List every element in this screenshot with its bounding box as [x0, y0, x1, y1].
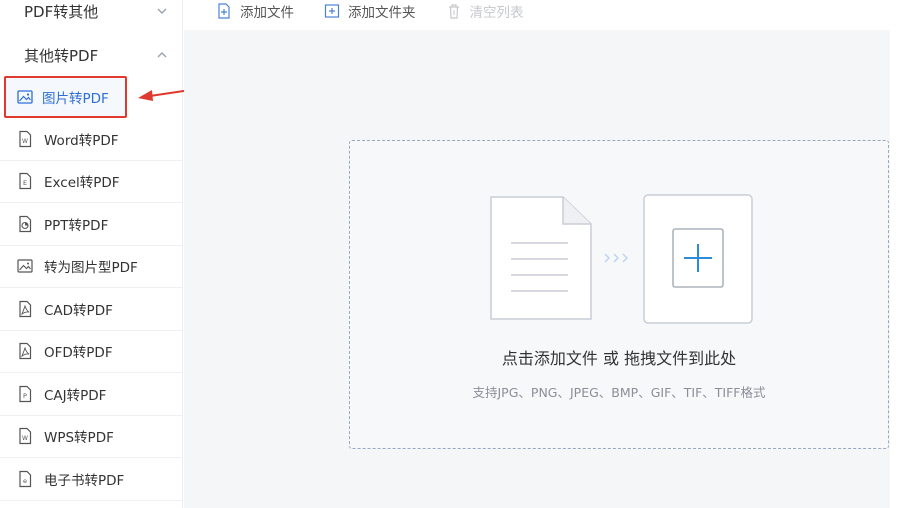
wps-file-icon: W — [19, 428, 32, 445]
image-icon — [17, 259, 33, 273]
group-label: PDF转其他 — [24, 2, 99, 21]
svg-text:E: E — [23, 179, 27, 187]
dropzone-subtitle: 支持JPG、PNG、JPEG、BMP、GIF、TIF、TIFF格式 — [472, 385, 766, 400]
sidebar-item-label: OFD转PDF — [44, 345, 113, 362]
ppt-file-icon — [19, 215, 32, 232]
svg-text:W: W — [22, 138, 28, 145]
chevron-up-icon — [157, 52, 167, 58]
sidebar-item-caj-to-pdf[interactable]: P CAJ转PDF — [0, 373, 183, 416]
add-file-label: 添加文件 — [240, 5, 294, 21]
ebook-file-icon: e — [19, 470, 32, 487]
sidebar-item-label: CAD转PDF — [44, 302, 113, 319]
sidebar-item-excel-to-pdf[interactable]: E Excel转PDF — [0, 161, 183, 203]
trash-icon — [448, 4, 459, 19]
add-file-icon — [218, 3, 230, 19]
sidebar-item-ofd-to-pdf[interactable]: OFD转PDF — [0, 331, 183, 373]
excel-file-icon: E — [19, 173, 32, 190]
group-other-to-pdf[interactable]: 其他转PDF — [0, 34, 183, 76]
sidebar-item-label: 转为图片型PDF — [44, 260, 138, 277]
sidebar-item-label: WPS转PDF — [44, 430, 114, 447]
chevrons-right-icon — [604, 253, 628, 263]
sidebar-item-label: Excel转PDF — [44, 175, 120, 192]
sidebar-items: 图片转PDF W Word转PDF E Excel转PDF PPT转PDF 转为… — [0, 76, 183, 501]
add-folder-button[interactable]: 添加文件夹 — [324, 1, 416, 21]
chevron-down-icon — [157, 8, 167, 14]
image-icon — [17, 90, 33, 104]
svg-text:P: P — [23, 392, 27, 400]
sidebar-item-wps-to-pdf[interactable]: W WPS转PDF — [0, 416, 183, 458]
sidebar-item-label: 图片转PDF — [42, 91, 109, 107]
drop-illustration — [490, 194, 753, 324]
group-label: 其他转PDF — [24, 46, 99, 65]
sidebar-item-cad-to-pdf[interactable]: CAD转PDF — [0, 288, 183, 331]
group-pdf-to-other[interactable]: PDF转其他 — [0, 0, 183, 32]
file-dropzone[interactable]: 点击添加文件 或 拖拽文件到此处 支持JPG、PNG、JPEG、BMP、GIF、… — [349, 140, 889, 449]
add-box-icon — [643, 194, 753, 324]
add-folder-label: 添加文件夹 — [348, 5, 416, 21]
word-file-icon: W — [19, 130, 32, 147]
sidebar-item-image-to-pdf[interactable]: 图片转PDF — [4, 76, 127, 118]
clear-list-button[interactable]: 清空列表 — [446, 1, 524, 21]
add-file-button[interactable]: 添加文件 — [216, 1, 294, 21]
svg-text:W: W — [22, 435, 28, 442]
sidebar-item-label: CAJ转PDF — [44, 387, 107, 404]
clear-list-label: 清空列表 — [469, 5, 524, 21]
sidebar-item-ppt-to-pdf[interactable]: PPT转PDF — [0, 203, 183, 246]
main-area: 点击添加文件 或 拖拽文件到此处 支持JPG、PNG、JPEG、BMP、GIF、… — [184, 30, 890, 508]
sidebar-item-to-image-pdf[interactable]: 转为图片型PDF — [0, 246, 183, 288]
caj-file-icon: P — [19, 385, 32, 402]
document-icon — [490, 196, 592, 320]
dropzone-title: 点击添加文件 或 拖拽文件到此处 — [501, 349, 737, 368]
sidebar-item-ebook-to-pdf[interactable]: e 电子书转PDF — [0, 458, 183, 501]
add-folder-icon — [324, 4, 340, 18]
sidebar-item-label: Word转PDF — [44, 132, 119, 149]
sidebar-item-label: PPT转PDF — [44, 217, 109, 234]
svg-text:e: e — [23, 477, 27, 485]
sidebar-item-word-to-pdf[interactable]: W Word转PDF — [0, 118, 183, 161]
toolbar: 添加文件 添加文件夹 清空列表 — [184, 0, 924, 30]
pdf-file-icon — [19, 300, 32, 317]
sidebar-item-label: 电子书转PDF — [44, 472, 125, 489]
pdf-file-icon — [19, 343, 32, 360]
